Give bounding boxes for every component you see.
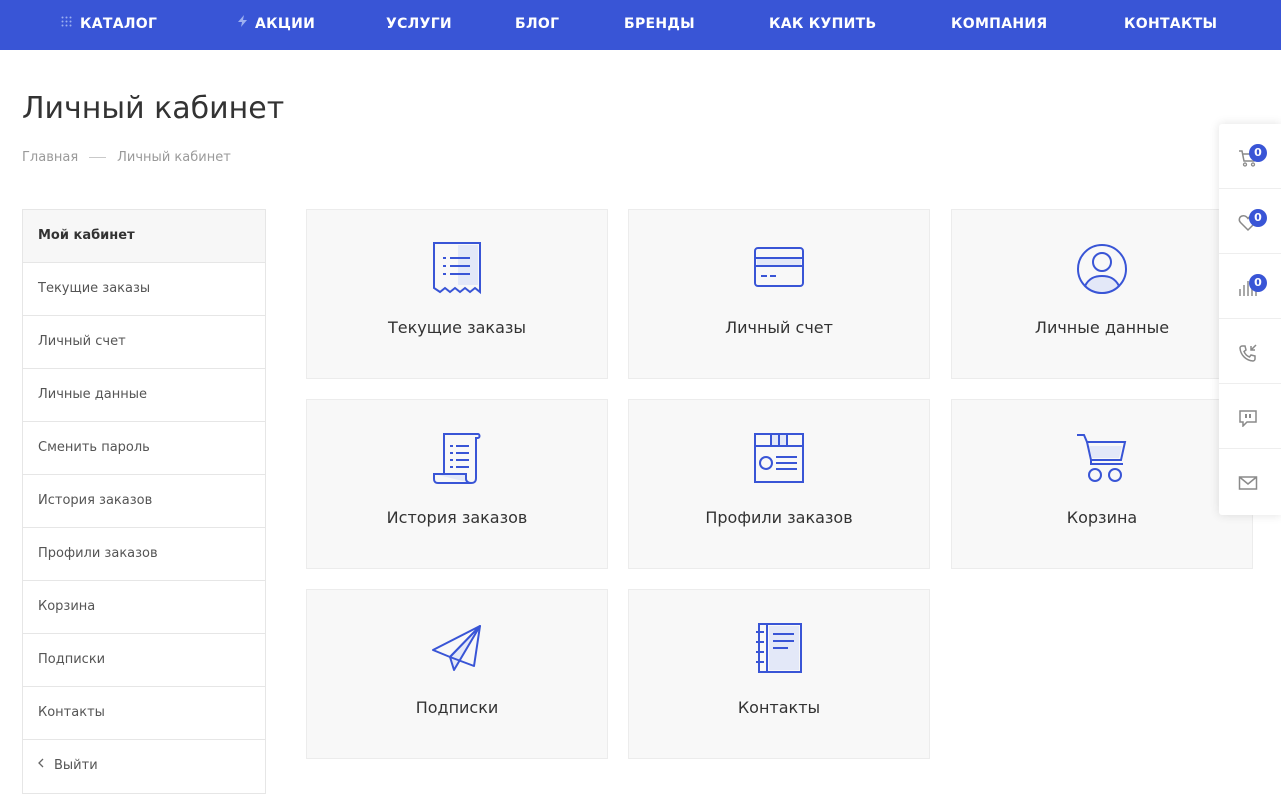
tile-label: История заказов <box>386 508 528 527</box>
nav-item-company[interactable]: КОМПАНИЯ <box>951 0 1047 50</box>
tile-personal-account[interactable]: Личный счет <box>628 209 930 379</box>
sidebar-item-contacts[interactable]: Контакты <box>23 687 265 740</box>
phone-callback-icon <box>1239 344 1257 362</box>
envelope-icon <box>1238 476 1258 490</box>
receipt-icon <box>433 242 481 295</box>
lightning-icon <box>238 0 247 47</box>
nav-item-catalog[interactable]: КАТАЛОГ <box>61 0 157 50</box>
breadcrumb: Главная Личный кабинет <box>22 150 231 165</box>
tile-current-orders[interactable]: Текущие заказы <box>306 209 608 379</box>
floating-action-panel: 0 0 0 <box>1219 124 1281 515</box>
nav-item-brands[interactable]: БРЕНДЫ <box>624 0 695 50</box>
tile-label: Контакты <box>737 698 821 717</box>
tile-cart[interactable]: Корзина <box>951 399 1253 569</box>
nav-item-how-to-buy[interactable]: КАК КУПИТЬ <box>769 0 877 50</box>
scroll-list-icon <box>433 433 481 484</box>
tile-order-history[interactable]: История заказов <box>306 399 608 569</box>
sidebar-item-personal-account[interactable]: Личный счет <box>23 316 265 369</box>
tile-label: Профили заказов <box>705 508 853 527</box>
breadcrumb-current: Личный кабинет <box>117 150 231 165</box>
tile-label: Корзина <box>1066 508 1138 527</box>
top-navigation: КАТАЛОГ АКЦИИ УСЛУГИ БЛОГ БРЕНДЫ КАК КУП… <box>0 0 1281 50</box>
sidebar-item-order-history[interactable]: История заказов <box>23 475 265 528</box>
tile-label: Подписки <box>415 698 499 717</box>
nav-item-services[interactable]: УСЛУГИ <box>386 0 452 50</box>
sidebar-item-order-profiles[interactable]: Профили заказов <box>23 528 265 581</box>
tile-label: Личный счет <box>725 318 833 337</box>
paper-plane-icon <box>432 625 481 671</box>
tile-contacts[interactable]: Контакты <box>628 589 930 759</box>
favorites-button[interactable]: 0 <box>1219 189 1281 254</box>
sidebar-item-my-account[interactable]: Мой кабинет <box>23 210 265 263</box>
user-circle-icon <box>1077 244 1127 295</box>
cart-icon <box>1077 434 1127 482</box>
nav-item-sales[interactable]: АКЦИИ <box>238 0 315 50</box>
tile-order-profiles[interactable]: Профили заказов <box>628 399 930 569</box>
cart-count-badge: 0 <box>1249 144 1267 162</box>
email-button[interactable] <box>1219 449 1281 514</box>
tile-personal-data[interactable]: Личные данные <box>951 209 1253 379</box>
profile-box-icon <box>754 433 804 483</box>
grid-dots-icon <box>61 0 72 47</box>
tile-subscriptions[interactable]: Подписки <box>306 589 608 759</box>
notebook-icon <box>756 623 802 673</box>
favorites-count-badge: 0 <box>1249 209 1267 227</box>
account-sidebar: Мой кабинет Текущие заказы Личный счет Л… <box>22 209 266 794</box>
callback-button[interactable] <box>1219 319 1281 384</box>
breadcrumb-separator <box>89 157 107 158</box>
sidebar-item-personal-data[interactable]: Личные данные <box>23 369 265 422</box>
page-title: Личный кабинет <box>22 91 285 126</box>
sidebar-item-subscriptions[interactable]: Подписки <box>23 634 265 687</box>
nav-item-contacts[interactable]: КОНТАКТЫ <box>1124 0 1217 50</box>
quote-chat-icon <box>1239 410 1257 427</box>
breadcrumb-home-link[interactable]: Главная <box>22 150 78 165</box>
credit-card-icon <box>754 247 804 287</box>
cart-button[interactable]: 0 <box>1219 124 1281 189</box>
sidebar-item-cart[interactable]: Корзина <box>23 581 265 634</box>
tile-label: Текущие заказы <box>387 318 527 337</box>
nav-item-blog[interactable]: БЛОГ <box>515 0 559 50</box>
logout-label: Выйти <box>54 758 98 773</box>
sidebar-item-current-orders[interactable]: Текущие заказы <box>23 263 265 316</box>
review-button[interactable] <box>1219 384 1281 449</box>
tile-label: Личные данные <box>1034 318 1170 337</box>
chevron-left-icon <box>38 739 44 791</box>
compare-button[interactable]: 0 <box>1219 254 1281 319</box>
compare-count-badge: 0 <box>1249 274 1267 292</box>
sidebar-item-change-password[interactable]: Сменить пароль <box>23 422 265 475</box>
sidebar-item-logout[interactable]: Выйти <box>23 740 265 793</box>
